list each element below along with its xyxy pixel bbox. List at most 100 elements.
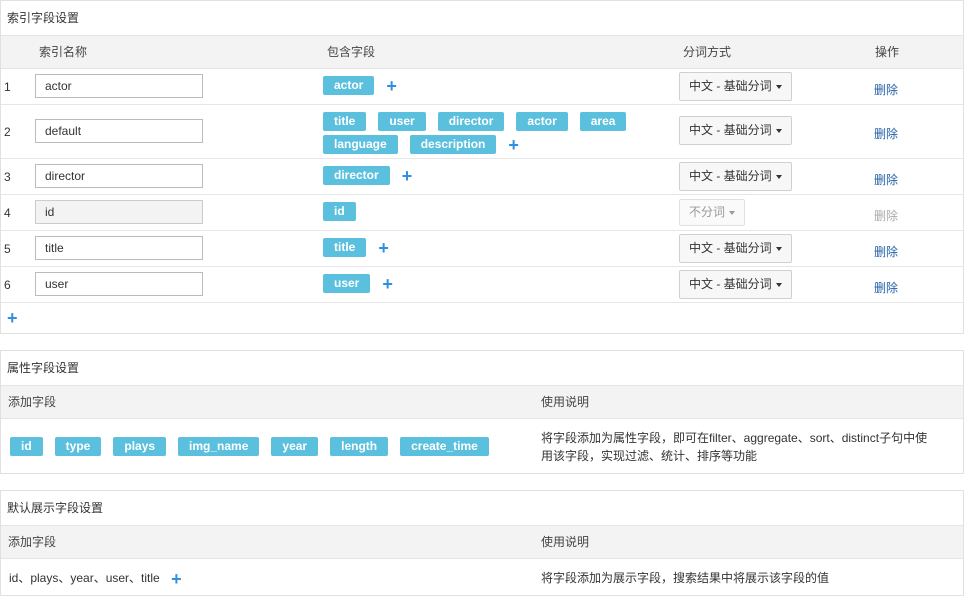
field-tags: actor + [323, 76, 663, 95]
table-row: 6 user + 中文 - 基础分词 删除 [1, 267, 963, 303]
field-tags: title user director actor area language descri… [323, 110, 663, 156]
panel-title: 默认展示字段设置 [7, 501, 104, 515]
caret-down-icon [775, 84, 782, 89]
index-name-input [35, 200, 203, 224]
table-header: 索引名称 包含字段 分词方式 操作 [1, 35, 963, 69]
display-description: 将字段添加为展示字段，搜索结果中将展示该字段的值 [541, 571, 830, 585]
segment-value: 中文 - 基础分词 [689, 79, 772, 93]
display-field-panel: 默认展示字段设置 添加字段 使用说明 id、plays、year、user、ti… [0, 490, 964, 596]
index-name-input[interactable] [35, 74, 203, 98]
attribute-tag[interactable]: length [330, 437, 389, 456]
delete-link[interactable]: 删除 [874, 81, 898, 98]
field-tags: director + [323, 166, 663, 185]
plus-icon[interactable]: + [171, 570, 182, 588]
field-tag[interactable]: user [323, 274, 371, 293]
row-index: 3 [4, 170, 11, 184]
field-tag[interactable]: actor [323, 76, 375, 95]
table-header: 添加字段 使用说明 [1, 525, 963, 559]
header-description: 使用说明 [541, 395, 590, 409]
header-description: 使用说明 [541, 535, 590, 549]
row-index: 1 [4, 80, 11, 94]
display-fields-text: id、plays、year、user、title [9, 571, 160, 585]
table-row: 3 director + 中文 - 基础分词 删除 [1, 159, 963, 195]
plus-icon[interactable]: + [386, 77, 397, 95]
attribute-description: 将字段添加为属性字段，即可在filter、aggregate、sort、dist… [541, 429, 927, 465]
index-name-input[interactable] [35, 272, 203, 296]
header-action: 操作 [875, 45, 900, 59]
field-tag[interactable]: director [323, 166, 390, 185]
table-row: 2 title user director actor area language desc… [1, 105, 963, 159]
segment-value: 不分词 [689, 205, 726, 219]
attribute-tag[interactable]: year [271, 437, 319, 456]
attribute-tag[interactable]: create_time [400, 437, 489, 456]
delete-link[interactable]: 删除 [874, 171, 898, 188]
segment-dropdown[interactable]: 中文 - 基础分词 [679, 116, 792, 145]
add-index-row-plus-icon[interactable]: + [7, 309, 18, 327]
field-tag[interactable]: actor [516, 112, 568, 132]
table-row: 1 actor + 中文 - 基础分词 删除 [1, 69, 963, 105]
row-index: 2 [4, 125, 11, 139]
index-name-input[interactable] [35, 236, 203, 260]
field-tag[interactable]: title [323, 238, 367, 257]
field-tag[interactable]: director [437, 112, 505, 132]
header-fields: 包含字段 [327, 45, 376, 59]
index-field-panel: 索引字段设置 索引名称 包含字段 分词方式 操作 1 actor + 中文 - 基… [0, 0, 964, 334]
index-name-input[interactable] [35, 164, 203, 188]
header-segment: 分词方式 [683, 45, 732, 59]
attribute-tags: id type plays img_name year length create_time [10, 437, 501, 456]
delete-link[interactable]: 删除 [874, 243, 898, 260]
segment-dropdown[interactable]: 中文 - 基础分词 [679, 270, 792, 299]
row-index: 6 [4, 278, 11, 292]
field-tags: title + [323, 238, 663, 257]
attribute-field-panel: 属性字段设置 添加字段 使用说明 id type plays img_name year… [0, 350, 964, 474]
segment-dropdown[interactable]: 中文 - 基础分词 [679, 162, 792, 191]
attribute-tag[interactable]: type [54, 437, 102, 456]
field-tag[interactable]: area [579, 112, 627, 132]
caret-down-icon [729, 210, 736, 215]
delete-link[interactable]: 删除 [874, 125, 898, 142]
caret-down-icon [775, 246, 782, 251]
header-add-field: 添加字段 [8, 535, 57, 549]
field-tag[interactable]: title [323, 112, 367, 132]
segment-value: 中文 - 基础分词 [689, 123, 772, 137]
caret-down-icon [775, 128, 782, 133]
plus-icon[interactable]: + [508, 136, 519, 154]
field-tags: user + [323, 274, 663, 293]
field-tag[interactable]: user [378, 112, 426, 132]
description-line: 用该字段，实现过滤、统计、排序等功能 [541, 449, 758, 463]
segment-value: 中文 - 基础分词 [689, 241, 772, 255]
table-header: 添加字段 使用说明 [1, 385, 963, 419]
plus-icon[interactable]: + [382, 275, 393, 293]
panel-title: 属性字段设置 [7, 361, 80, 375]
header-index-name: 索引名称 [39, 45, 88, 59]
index-name-input[interactable] [35, 119, 203, 143]
segment-dropdown[interactable]: 中文 - 基础分词 [679, 234, 792, 263]
delete-link[interactable]: 删除 [874, 279, 898, 296]
delete-link: 删除 [874, 209, 899, 223]
table-row: 5 title + 中文 - 基础分词 删除 [1, 231, 963, 267]
description-line: 将字段添加为属性字段，即可在filter、aggregate、sort、dist… [541, 431, 928, 445]
table-row: 4 id 不分词 删除 [1, 195, 963, 231]
segment-value: 中文 - 基础分词 [689, 169, 772, 183]
segment-value: 中文 - 基础分词 [689, 277, 772, 291]
row-index: 4 [4, 206, 11, 220]
field-tags: id [323, 202, 663, 221]
attribute-tag[interactable]: img_name [178, 437, 260, 456]
field-tag[interactable]: language [323, 135, 398, 155]
header-add-field: 添加字段 [8, 395, 57, 409]
display-fields: id、plays、year、user、title + [9, 569, 182, 588]
plus-icon[interactable]: + [402, 167, 413, 185]
caret-down-icon [775, 174, 782, 179]
field-tag[interactable]: description [409, 135, 497, 155]
caret-down-icon [775, 282, 782, 287]
field-tag: id [323, 202, 356, 221]
panel-title: 索引字段设置 [7, 11, 80, 25]
attribute-tag[interactable]: id [10, 437, 43, 456]
plus-icon[interactable]: + [378, 239, 389, 257]
row-index: 5 [4, 242, 11, 256]
attribute-row: id type plays img_name year length create_time… [1, 419, 963, 473]
segment-dropdown: 不分词 [679, 199, 746, 226]
segment-dropdown[interactable]: 中文 - 基础分词 [679, 72, 792, 101]
display-row: id、plays、year、user、title + 将字段添加为展示字段，搜索… [1, 559, 963, 595]
attribute-tag[interactable]: plays [113, 437, 167, 456]
